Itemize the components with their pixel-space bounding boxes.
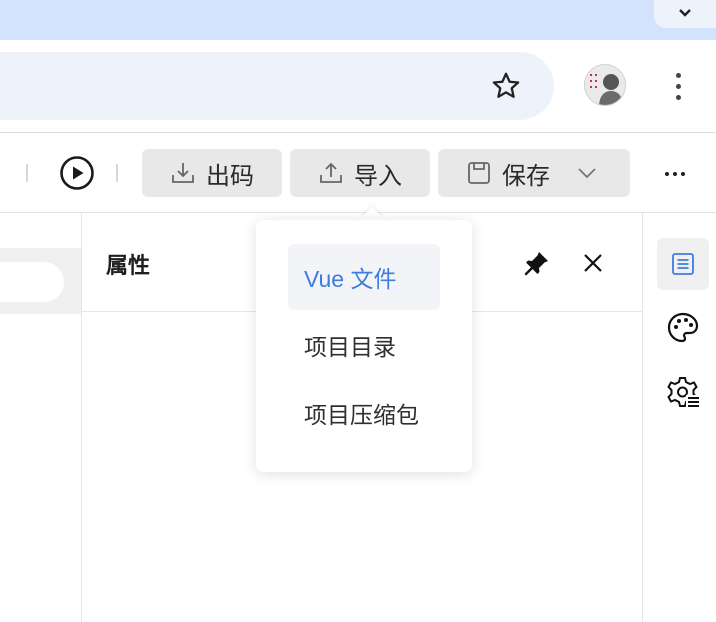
close-button[interactable] xyxy=(576,246,610,280)
play-icon xyxy=(60,156,94,190)
avatar-image xyxy=(585,65,625,105)
download-icon xyxy=(170,160,196,186)
save-button[interactable]: 保存 xyxy=(438,149,630,197)
upload-icon xyxy=(318,160,344,186)
properties-panel-title: 属性 xyxy=(106,253,151,278)
avatar[interactable] xyxy=(584,64,626,106)
more-button[interactable] xyxy=(658,160,692,188)
rail-tab-advanced[interactable] xyxy=(657,366,709,418)
star-icon xyxy=(492,72,520,98)
left-search-input[interactable] xyxy=(0,262,64,302)
export-code-button[interactable]: 出码 xyxy=(142,149,282,197)
browser-menu-button[interactable] xyxy=(664,66,692,106)
menu-item-vue-file[interactable]: Vue 文件 xyxy=(288,244,440,310)
close-icon xyxy=(584,254,602,272)
rail-tab-properties[interactable] xyxy=(657,238,709,290)
settings-icon xyxy=(667,377,700,409)
save-icon xyxy=(466,160,492,186)
chevron-down-icon xyxy=(679,9,691,17)
toolbar-separator xyxy=(116,164,118,182)
menu-item-project-archive[interactable]: 项目压缩包 xyxy=(288,380,440,446)
tab-search-button[interactable] xyxy=(654,0,716,28)
address-bar[interactable] xyxy=(0,52,554,120)
menu-item-label: 项目目录 xyxy=(304,334,396,360)
export-code-label: 出码 xyxy=(206,162,254,190)
pin-icon xyxy=(524,252,548,276)
import-label: 导入 xyxy=(354,162,402,190)
divider xyxy=(81,213,82,622)
import-button[interactable]: 导入 xyxy=(290,149,430,197)
palette-icon xyxy=(667,312,699,343)
bookmark-button[interactable] xyxy=(484,64,528,108)
save-label: 保存 xyxy=(502,162,550,190)
chevron-down-icon[interactable] xyxy=(574,160,600,186)
menu-item-project-directory[interactable]: 项目目录 xyxy=(288,312,440,378)
pin-button[interactable] xyxy=(520,246,554,280)
dropdown-arrow xyxy=(360,206,384,220)
browser-tab-strip xyxy=(0,0,716,40)
list-icon xyxy=(672,253,694,275)
toolbar-separator xyxy=(26,164,28,182)
rail-tab-style[interactable] xyxy=(657,302,709,354)
divider xyxy=(642,213,643,622)
divider xyxy=(0,212,716,213)
menu-item-label: 项目压缩包 xyxy=(304,402,419,428)
menu-item-label: Vue 文件 xyxy=(304,266,397,292)
preview-button[interactable] xyxy=(58,154,96,192)
